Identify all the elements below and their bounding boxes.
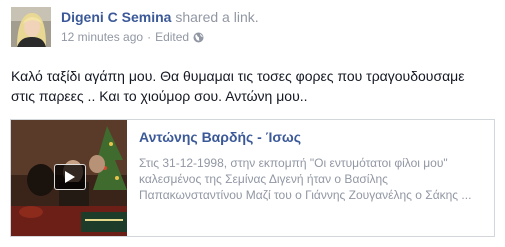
post-meta: 12 minutes ago · Edited	[61, 30, 204, 45]
globe-icon[interactable]	[193, 32, 204, 43]
link-title[interactable]: Αντώνης Βαρδής - Ίσως	[139, 129, 301, 146]
post-message: Καλό ταξίδι αγάπη μου. Θα θυμαμαι τις το…	[11, 66, 496, 106]
description-line: Στις 31-12-1998, στην εκπομπή "Οι εντυμό…	[139, 156, 448, 170]
meta-separator: ·	[147, 30, 152, 44]
link-description: Στις 31-12-1998, στην εκπομπή "Οι εντυμό…	[139, 155, 489, 203]
author-avatar[interactable]	[11, 7, 51, 47]
play-icon[interactable]	[54, 164, 86, 190]
author-name[interactable]: Digeni C Semina	[61, 9, 171, 25]
post-action-text: shared a link.	[175, 9, 259, 25]
message-line: Καλό ταξίδι αγάπη μου. Θα θυμαμαι τις το…	[11, 68, 465, 84]
shared-link-card[interactable]: Αντώνης Βαρδής - Ίσως Στις 31-12-1998, σ…	[10, 119, 495, 237]
post-header: Digeni C Semina shared a link.	[61, 9, 259, 26]
description-line: Παπακωνσταντίνου Μαζί του ο Γιάννης Ζουγ…	[139, 188, 472, 202]
edited-label[interactable]: Edited	[155, 30, 189, 45]
feed-post: Digeni C Semina shared a link. 12 minute…	[0, 0, 505, 247]
post-timestamp[interactable]: 12 minutes ago	[61, 30, 143, 45]
message-line: στις παρεες .. Και το χιούμορ σου. Αντών…	[11, 88, 308, 104]
description-line: καλεσμένος της Σεμίνας Διγενή ήταν ο Βασ…	[139, 172, 388, 186]
video-thumbnail[interactable]	[11, 120, 127, 236]
